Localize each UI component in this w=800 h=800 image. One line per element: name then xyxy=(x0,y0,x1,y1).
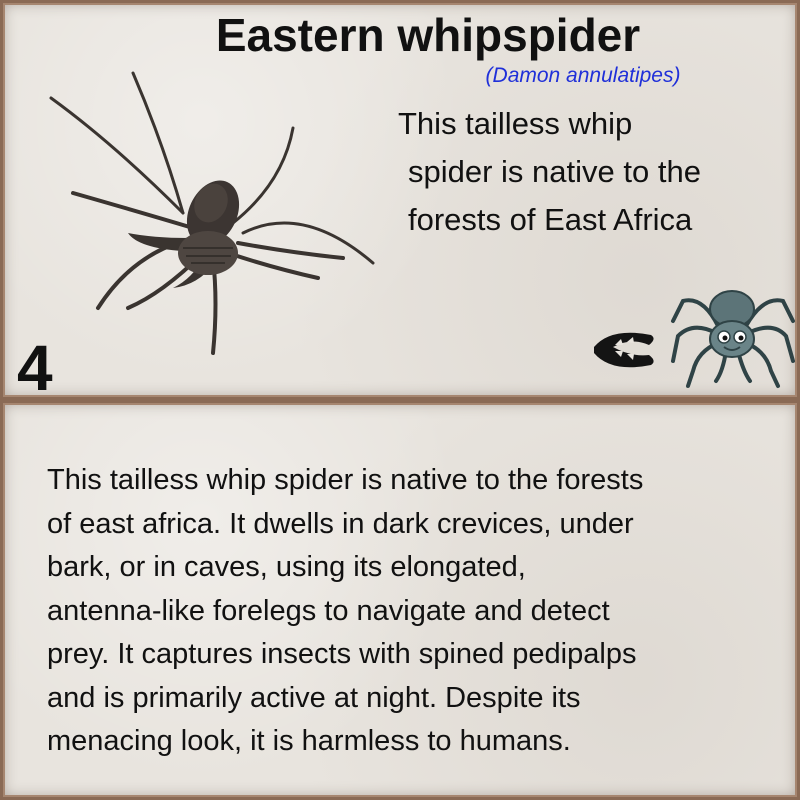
description-line: bark, or in caves, using its elongated, xyxy=(47,551,526,583)
blurb-line: This tailless whip xyxy=(398,106,633,141)
card-number: 4 xyxy=(17,332,53,404)
description-line: prey. It captures insects with spined pe… xyxy=(47,638,637,670)
blurb-line: forests of East Africa xyxy=(408,202,693,237)
description-text: This tailless whip spider is native to t… xyxy=(47,459,767,764)
blurb-line: spider is native to the xyxy=(408,154,701,189)
description-line: and is primarily active at night. Despit… xyxy=(47,681,581,714)
description-line: menacing look, it is harmless to humans. xyxy=(47,725,571,757)
description-line: of east africa. It dwells in dark crevic… xyxy=(47,507,634,540)
description-line: This tailless whip spider is native to t… xyxy=(47,464,644,496)
scientific-name: (Damon annulatipes) xyxy=(485,64,681,87)
info-card-header: Eastern whipspider (Damon annulatipes) T… xyxy=(0,0,800,404)
description-line: antenna-like forelegs to navigate and de… xyxy=(47,594,610,627)
pedipalp-claw-icon xyxy=(594,332,654,368)
card-title: Eastern whipspider xyxy=(215,9,641,61)
cartoon-spider-mascot xyxy=(671,290,795,388)
spider-photo xyxy=(49,71,375,355)
info-card-description: This tailless whip spider is native to t… xyxy=(0,400,800,800)
card-blurb: This tailless whip spider is native to t… xyxy=(398,100,778,244)
